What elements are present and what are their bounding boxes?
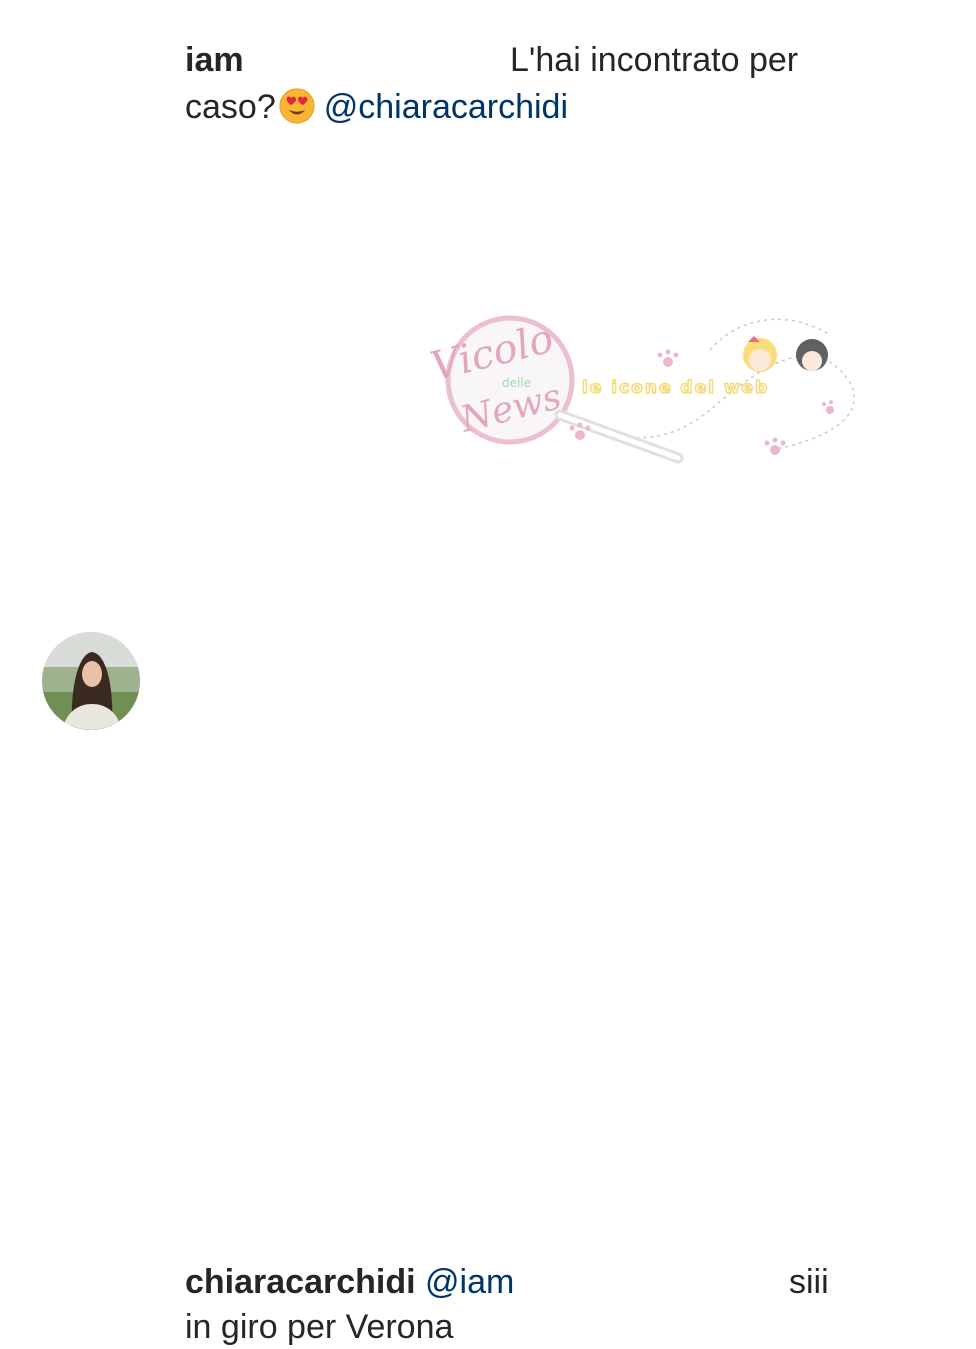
comment-second-line: in giro per Verona [185,1305,453,1349]
mention-link[interactable]: @iam [425,1263,514,1301]
mention-link[interactable]: @chiaracarchidi [324,88,568,126]
comment-first-line: chiaracarchidi @iam siii [185,1260,845,1304]
comment-text-continued: in giro per Verona [185,1308,454,1346]
comment-username[interactable]: chiaracarchidi [185,1263,416,1301]
comment-text-continued: caso? [185,88,276,126]
comment-first-line: iam L'hai incontrato per [185,38,825,82]
heart-eyes-emoji-icon [279,88,315,124]
comment-username[interactable]: iam [185,41,244,79]
comment-iam: iam L'hai incontrato per caso? @chiaraca… [0,0,976,140]
comment-text: L'hai incontrato per [510,41,799,79]
watermark-logo: Vicolo delle News le icone del web [410,310,860,480]
comment-chiaracarchidi: chiaracarchidi @iam siii in giro per Ver… [0,620,976,1346]
watermark-tagline: le icone del web [581,377,770,399]
comment-text: siii [789,1263,829,1301]
comment-second-line: caso? @chiaracarchidi [185,85,568,129]
